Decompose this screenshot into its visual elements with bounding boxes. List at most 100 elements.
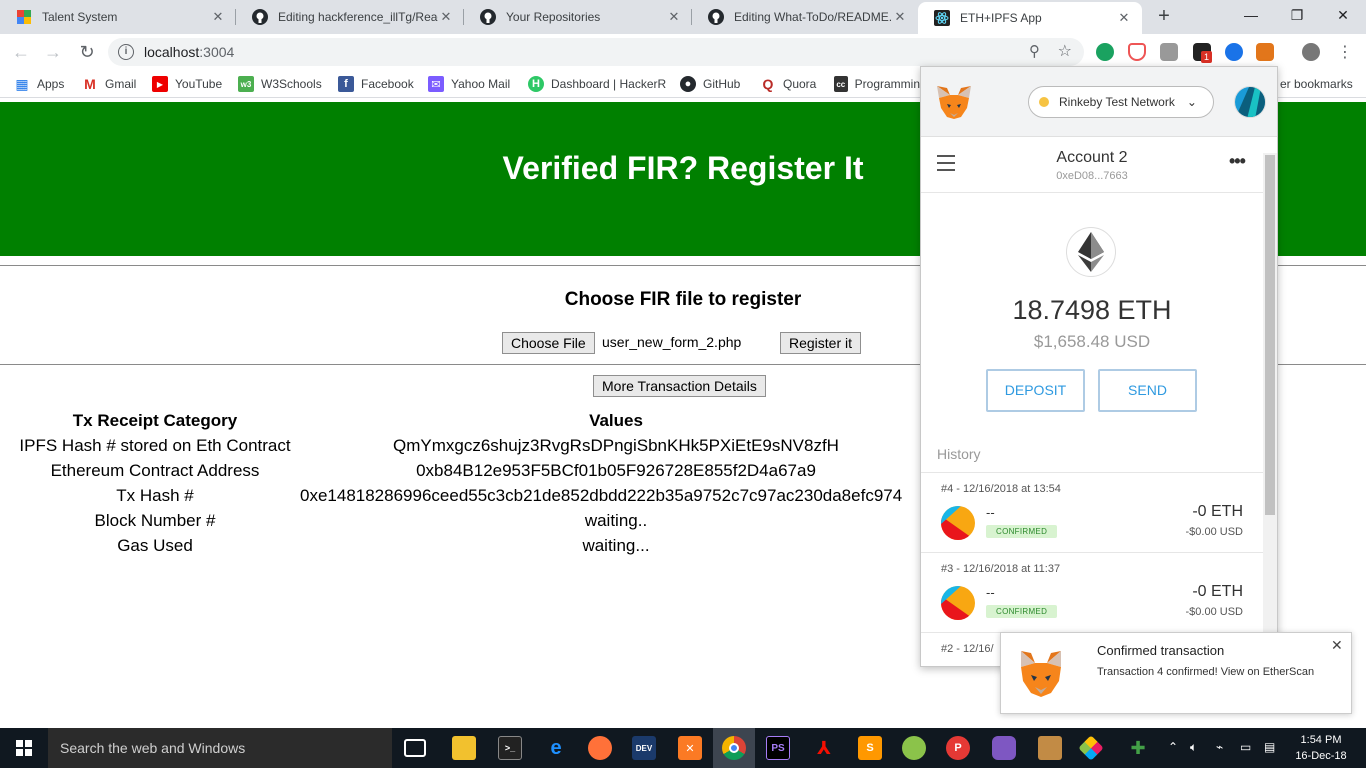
programming-icon: cc <box>834 76 848 92</box>
extension-shield-icon[interactable] <box>1128 43 1146 61</box>
transaction-identicon <box>941 506 975 540</box>
bookmark-youtube[interactable]: ▶ YouTube <box>152 75 222 93</box>
tab-editing-what-todo[interactable]: Editing What-ToDo/README.m ✕ <box>692 2 918 32</box>
network-selector[interactable]: Rinkeby Test Network ⌄ <box>1028 86 1214 118</box>
close-tab-icon[interactable]: ✕ <box>666 9 682 25</box>
action-center-icon[interactable]: ▤ <box>1264 740 1275 754</box>
other-bookmarks[interactable]: er bookmarks <box>1280 75 1353 93</box>
tab-title: Talent System <box>42 10 118 24</box>
cat-app-icon[interactable] <box>992 736 1016 760</box>
zoom-icon[interactable]: ⚲ <box>1029 42 1040 60</box>
register-button[interactable]: Register it <box>780 332 862 354</box>
close-tab-icon[interactable]: ✕ <box>892 9 908 25</box>
deposit-button[interactable]: DEPOSIT <box>986 369 1085 412</box>
maximize-icon[interactable]: ❐ <box>1274 0 1320 30</box>
more-options-icon[interactable]: ••• <box>1229 151 1246 172</box>
row-category-tx-hash: Tx Hash # <box>116 486 194 505</box>
network-tray-icon[interactable]: ⌁ <box>1216 740 1223 754</box>
sublime-text-icon[interactable]: S <box>858 736 882 760</box>
new-tab-button[interactable]: + <box>1152 5 1176 29</box>
extension-blue-icon[interactable] <box>1225 43 1243 61</box>
popup-scrollbar[interactable] <box>1263 153 1277 666</box>
scrollbar-thumb[interactable] <box>1265 155 1275 515</box>
close-tab-icon[interactable]: ✕ <box>438 9 454 25</box>
close-tab-icon[interactable]: ✕ <box>1116 10 1132 26</box>
send-button[interactable]: SEND <box>1098 369 1197 412</box>
tab-your-repositories[interactable]: Your Repositories ✕ <box>464 2 692 32</box>
acrobat-icon[interactable]: ⅄ <box>812 736 836 760</box>
address-bar[interactable]: i localhost:3004 ⚲ ☆ <box>108 38 1084 66</box>
yahoo-mail-icon: ✉ <box>428 76 444 92</box>
clock-time: 1:54 PM <box>1300 734 1342 746</box>
extension-dark-icon[interactable]: 1 <box>1193 43 1213 63</box>
confirmed-transaction-notification[interactable]: Confirmed transaction Transaction 4 conf… <box>1000 632 1352 714</box>
p-app-icon[interactable]: P <box>946 736 970 760</box>
bookmark-quora[interactable]: Q Quora <box>760 75 817 93</box>
tab-talent-system[interactable]: Talent System ✕ <box>0 2 236 32</box>
close-icon[interactable]: ✕ <box>1331 637 1343 654</box>
account-name[interactable]: Account 2 <box>921 149 1263 167</box>
bookmark-facebook[interactable]: f Facebook <box>338 75 414 93</box>
account-bar: Account 2 0xeD08...7663 ••• <box>921 137 1263 193</box>
bookmark-gmail[interactable]: M Gmail <box>82 75 136 93</box>
extension-badge: 1 <box>1201 51 1213 63</box>
taskbar: Search the web and Windows >_ e DEV ✕ PS… <box>0 728 1366 768</box>
volume-icon[interactable]: 🔈︎ <box>1190 740 1197 755</box>
file-explorer-icon[interactable] <box>452 736 476 760</box>
taskbar-clock[interactable]: 1:54 PM 16-Dec-18 <box>1288 732 1354 764</box>
terminal-icon[interactable]: >_ <box>498 736 522 760</box>
account-avatar[interactable] <box>1234 86 1266 118</box>
info-icon[interactable]: i <box>118 44 134 60</box>
battery-icon[interactable]: ▭ <box>1240 740 1251 754</box>
back-icon[interactable]: ← <box>10 41 32 63</box>
phpstorm-icon[interactable]: PS <box>766 736 790 760</box>
bookmark-programming[interactable]: cc Programmin <box>834 75 920 93</box>
git-app-icon[interactable]: ✚ <box>1126 736 1150 760</box>
clock-date: 16-Dec-18 <box>1295 750 1347 762</box>
more-transaction-details-button[interactable]: More Transaction Details <box>593 375 766 397</box>
reload-icon[interactable]: ↻ <box>76 41 98 63</box>
apps-grid-icon: ▦ <box>15 75 29 92</box>
extension-grey-icon[interactable] <box>1160 43 1178 61</box>
edge-icon[interactable]: e <box>544 736 568 760</box>
hackerrank-icon: H <box>528 76 544 92</box>
diamond-app-icon[interactable] <box>1078 735 1104 761</box>
profile-avatar[interactable] <box>1302 43 1320 61</box>
tray-chevron-up-icon[interactable]: ⌃ <box>1168 740 1178 754</box>
history-usd: -$0.00 USD <box>1185 606 1243 618</box>
minimize-icon[interactable]: — <box>1228 0 1274 30</box>
windows-start-icon[interactable] <box>16 740 32 761</box>
chevron-down-icon: ⌄ <box>1186 95 1197 109</box>
extension-green-icon[interactable] <box>1096 43 1114 61</box>
transaction-identicon <box>941 586 975 620</box>
forward-icon[interactable]: → <box>42 41 64 63</box>
tab-editing-hackference[interactable]: Editing hackference_illTg/Read ✕ <box>236 2 464 32</box>
package-icon[interactable] <box>1038 736 1062 760</box>
taskbar-search-box[interactable]: Search the web and Windows <box>48 728 392 768</box>
row-category-ipfs-hash: IPFS Hash # stored on Eth Contract <box>19 436 291 455</box>
bookmark-apps[interactable]: ▦ Apps <box>14 75 64 93</box>
metamask-fox-icon[interactable] <box>1256 43 1274 61</box>
bookmark-w3schools[interactable]: w3 W3Schools <box>238 75 322 93</box>
history-item[interactable]: #3 - 12/16/2018 at 11:37 -- CONFIRMED -0… <box>921 552 1263 632</box>
wifi-app-icon[interactable] <box>902 736 926 760</box>
close-tab-icon[interactable]: ✕ <box>210 9 226 25</box>
firefox-icon[interactable] <box>588 736 612 760</box>
network-status-dot <box>1039 97 1049 107</box>
choose-file-button[interactable]: Choose File <box>502 332 595 354</box>
account-address[interactable]: 0xeD08...7663 <box>921 170 1263 182</box>
task-view-icon[interactable] <box>404 739 426 757</box>
bookmark-hackerrank[interactable]: H Dashboard | HackerR <box>528 75 668 93</box>
tab-eth-ipfs-app[interactable]: ETH+IPFS App ✕ <box>918 2 1142 34</box>
history-item[interactable]: #4 - 12/16/2018 at 13:54 -- CONFIRMED -0… <box>921 472 1263 552</box>
github-icon <box>252 9 268 25</box>
bookmark-yahoo-mail[interactable]: ✉ Yahoo Mail <box>428 75 510 93</box>
close-window-icon[interactable]: ✕ <box>1320 0 1366 30</box>
xampp-icon[interactable]: ✕ <box>678 736 702 760</box>
chrome-icon[interactable] <box>722 736 746 760</box>
dev-cpp-icon[interactable]: DEV <box>632 736 656 760</box>
bookmark-star-icon[interactable]: ☆ <box>1058 41 1072 61</box>
bookmark-github[interactable]: ● GitHub <box>680 75 740 93</box>
github-icon <box>708 9 724 25</box>
menu-kebab-icon[interactable]: ⋮ <box>1334 41 1356 63</box>
